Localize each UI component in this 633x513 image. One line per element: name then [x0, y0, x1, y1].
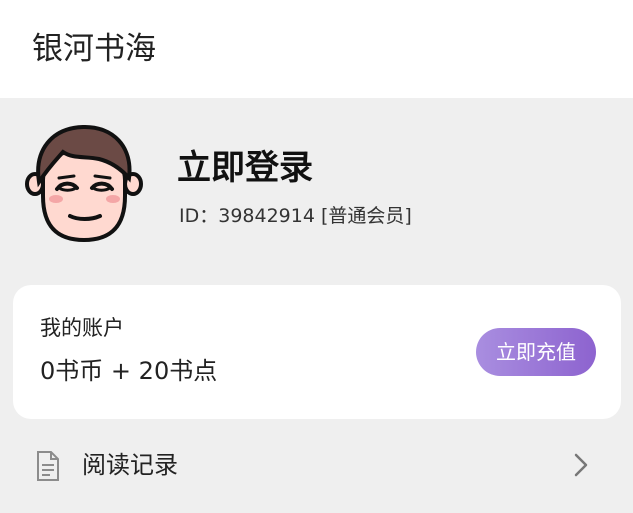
avatar[interactable] — [25, 122, 143, 244]
app-header: 银河书海 — [0, 0, 633, 98]
account-card: 我的账户 0书币 + 20书点 立即充值 — [13, 285, 621, 419]
avatar-face-icon — [25, 124, 143, 243]
id-prefix: ID： — [179, 205, 219, 227]
point-balance: 20书点 — [138, 357, 218, 385]
user-id: 39842914 — [218, 205, 315, 227]
app-title: 银河书海 — [32, 31, 156, 67]
menu-item-reading-history[interactable]: 阅读记录 — [0, 430, 633, 502]
menu-item-label: 阅读记录 — [82, 451, 178, 479]
balance-summary: 0书币 + 20书点 — [40, 355, 217, 387]
balance-separator: + — [110, 357, 132, 385]
user-meta: ID：39842914 [普通会员] — [179, 203, 412, 229]
coin-balance: 0书币 — [40, 357, 104, 385]
login-link[interactable]: 立即登录 — [177, 146, 313, 190]
profile-section: 立即登录 ID：39842914 [普通会员] — [0, 98, 633, 284]
document-icon — [37, 451, 59, 481]
chevron-right-icon — [574, 453, 588, 477]
member-level-badge: [普通会员] — [321, 205, 412, 227]
recharge-button[interactable]: 立即充值 — [476, 328, 596, 376]
account-label: 我的账户 — [40, 316, 124, 340]
